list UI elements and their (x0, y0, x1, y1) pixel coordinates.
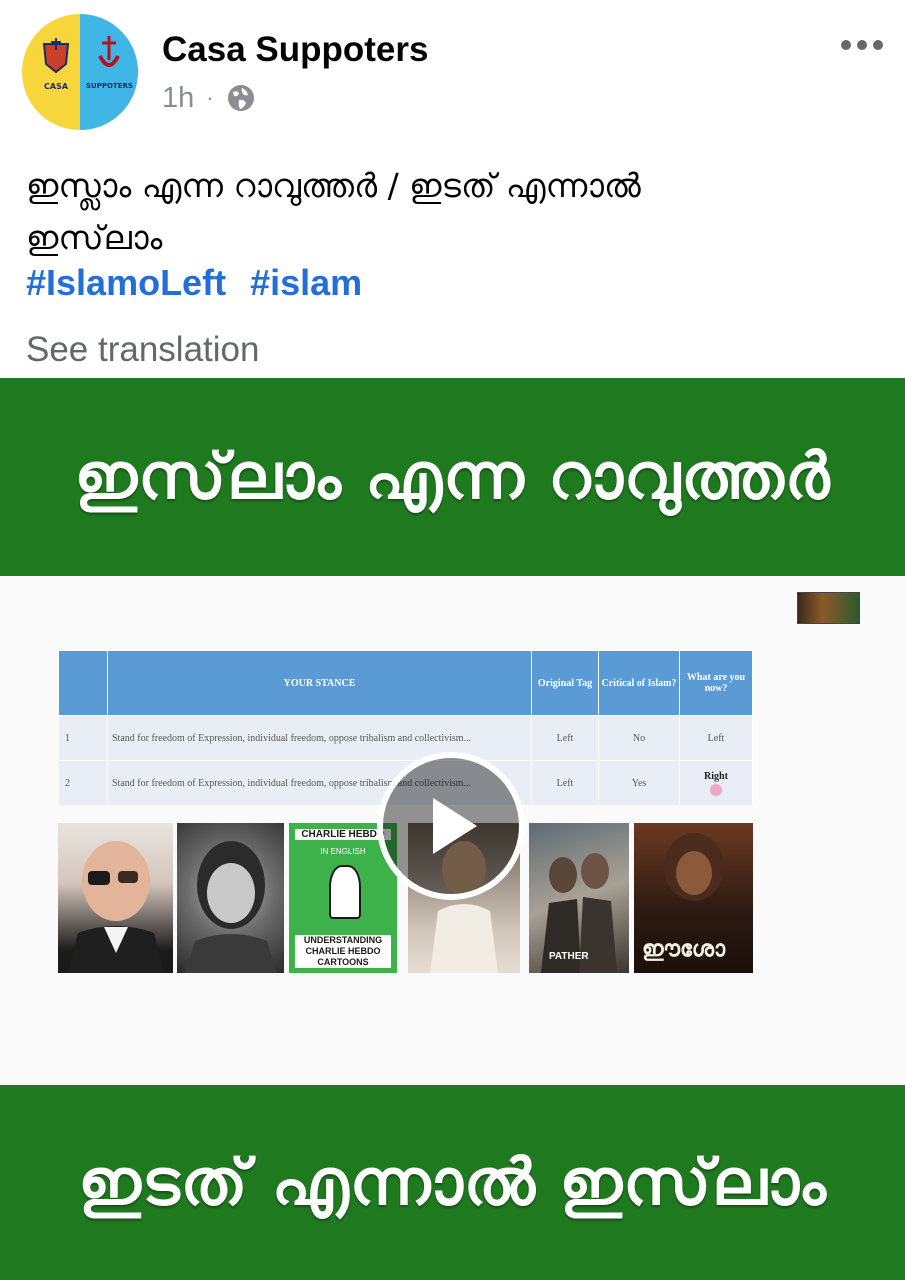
row-now-cell: Right (679, 760, 753, 806)
banner-top-text: ഇസ്‌ലാം എന്ന റാവുത്തർ (74, 440, 831, 514)
post-text-line-1: ഇസ്ലാം എന്ന റാവുത്തർ / ഇടത് എന്നാൽ (26, 166, 641, 205)
movie-poster-thumbnail-5: PATHER (529, 823, 629, 973)
movie-poster-thumbnail-6: ഈശോ (634, 823, 753, 973)
cross-blood-icon (98, 36, 120, 67)
poster-6-title: ഈശോ (642, 937, 726, 962)
author-name[interactable]: Casa Suppoters (162, 30, 428, 70)
see-translation-link[interactable]: See translation (26, 330, 259, 370)
row-original-tag: Left (531, 715, 599, 761)
row-original-tag: Left (531, 760, 599, 806)
play-button[interactable] (377, 752, 525, 900)
table-header-num (58, 650, 108, 716)
video-banner-top: ഇസ്‌ലാം എന്ന റാവുത്തർ (0, 378, 905, 576)
row-num: 2 (58, 760, 108, 806)
row-num: 1 (58, 715, 108, 761)
crest-icon (42, 38, 70, 74)
more-dot (873, 40, 883, 50)
poster-5-title: PATHER (549, 951, 589, 962)
row-critical: No (598, 715, 680, 761)
more-options-button[interactable] (841, 40, 883, 50)
meta-separator: · (206, 85, 214, 110)
charlie-bottom-text: UNDERSTANDING CHARLIE HEBDO CARTOONS (295, 935, 391, 968)
hashtag-islamoleft[interactable]: #IslamoLeft (26, 262, 226, 303)
post-text: ഇസ്ലാം എന്ന റാവുത്തർ / ഇടത് എന്നാൽ ഇസ്‌ല… (26, 160, 886, 264)
post-meta: 1h · (162, 80, 256, 116)
charlie-bottom-2: CHARLIE HEBDO (305, 946, 381, 956)
page-avatar[interactable]: CASA SUPPOTERS (22, 14, 138, 130)
table-header-stance: YOUR STANCE (107, 650, 532, 716)
portrait-thumbnail-2 (177, 823, 284, 973)
video-banner-bottom: ഇടത് എന്നാൽ ഇസ്‌ലാം (0, 1085, 905, 1280)
table-header-now: What are you now? (679, 650, 753, 716)
play-icon (433, 798, 477, 854)
person-icon (68, 841, 164, 973)
row-critical: Yes (598, 760, 680, 806)
charlie-bottom-3: CARTOONS (317, 957, 369, 967)
table-header-original-tag: Original Tag (531, 650, 599, 716)
avatar-label-left: CASA (44, 82, 69, 91)
portrait-thumbnail-1 (58, 823, 173, 973)
table-row: 1 Stand for freedom of Expression, indiv… (58, 715, 753, 761)
globe-icon (227, 85, 254, 111)
row-now: Left (679, 715, 753, 761)
hashtag-islam[interactable]: #islam (250, 262, 362, 303)
video-player[interactable]: ഇസ്‌ലാം എന്ന റാവുത്തർ YOUR STANCE Origin… (0, 378, 905, 1280)
more-dot (841, 40, 851, 50)
smiley-icon (710, 783, 722, 796)
avatar-label-right: SUPPOTERS (86, 82, 133, 90)
row-now: Right (704, 770, 728, 782)
post-time[interactable]: 1h (162, 82, 194, 115)
post-text-line-2: ഇസ്‌ലാം (26, 218, 163, 257)
person-icon (185, 841, 277, 973)
corner-thumbnail (797, 592, 860, 624)
banner-bottom-text: ഇടത് എന്നാൽ ഇസ്‌ലാം (78, 1145, 827, 1220)
table-header-critical: Critical of Islam? (598, 650, 680, 716)
cartoon-figure-icon (329, 865, 361, 919)
charlie-subtitle: IN ENGLISH (320, 847, 366, 856)
hashtags: #IslamoLeft #islam (26, 262, 376, 304)
charlie-bottom-1: UNDERSTANDING (303, 935, 383, 945)
more-dot (857, 40, 867, 50)
